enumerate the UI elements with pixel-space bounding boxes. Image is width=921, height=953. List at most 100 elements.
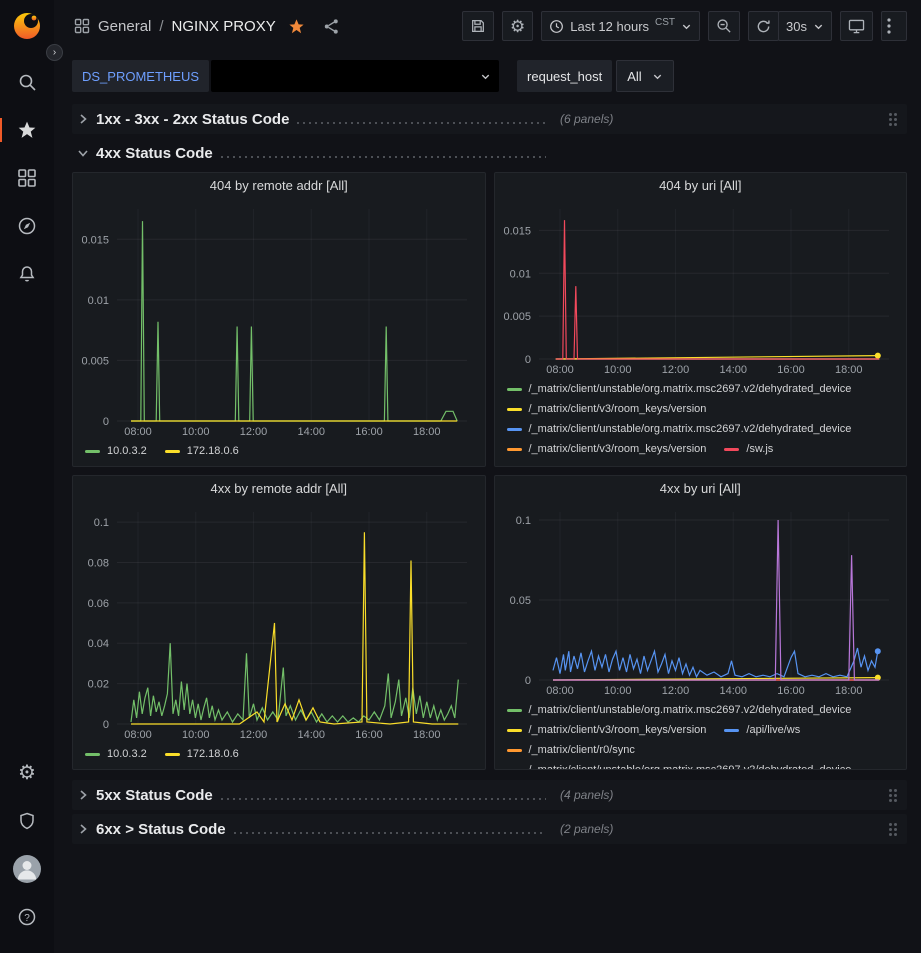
star-icon [17,120,37,140]
legend-item[interactable]: /_matrix/client/unstable/org.matrix.msc2… [507,423,852,435]
request-host-variable-select[interactable]: All [616,60,673,92]
grafana-logo[interactable] [11,10,43,42]
chevron-right-icon [76,112,90,126]
panel-4xx-by-remote-addr: 4xx by remote addr [All] 00.020.040.060.… [72,475,486,770]
legend-item[interactable]: /sw.js [724,443,773,455]
refresh-interval-picker[interactable]: 30s [778,11,832,41]
svg-text:14:00: 14:00 [297,729,325,741]
datasource-variable-label[interactable]: DS_PROMETHEUS [72,60,209,92]
kebab-icon [887,18,891,34]
row-header-5xx[interactable]: 5xx Status Code (4 panels) [72,780,907,810]
row-panel-count: (2 panels) [560,822,613,836]
panel-title[interactable]: 4xx by uri [All] [495,476,907,502]
sidebar-item-alerting[interactable] [7,254,47,294]
panel-title[interactable]: 4xx by remote addr [All] [73,476,485,502]
svg-text:0.02: 0.02 [88,679,109,691]
sidebar-item-help[interactable]: ? [7,897,47,937]
legend-label: /api/live/ws [746,724,800,736]
row-header-6xx[interactable]: 6xx > Status Code (2 panels) [72,814,907,844]
legend-swatch [507,388,522,391]
legend-label: /_matrix/client/v3/room_keys/version [529,724,707,736]
sidebar-item-dashboards[interactable] [7,158,47,198]
more-options-button[interactable] [881,11,907,41]
panel-title[interactable]: 404 by remote addr [All] [73,173,485,199]
row-drag-handle[interactable] [885,109,901,130]
sidebar-expand-button[interactable]: › [46,44,63,61]
legend-item[interactable]: 10.0.3.2 [85,445,147,457]
svg-text:16:00: 16:00 [355,426,383,438]
legend-item[interactable]: /api/live/ws [724,724,800,736]
panel-legend: 10.0.3.2 172.18.0.6 [73,742,485,769]
search-icon [17,72,37,92]
save-icon [470,18,486,34]
sidebar-item-starred[interactable] [7,110,47,150]
svg-text:16:00: 16:00 [777,364,805,376]
panel-404-by-uri: 404 by uri [All] 00.0050.010.01508:0010:… [494,172,908,467]
zoom-out-time-button[interactable] [708,11,740,41]
row-title: 1xx - 3xx - 2xx Status Code [96,111,289,128]
legend-swatch [165,450,180,453]
variables-submenu: DS_PROMETHEUS request_host All [72,60,907,92]
legend-label: /sw.js [746,443,773,455]
legend-item[interactable]: 172.18.0.6 [165,748,239,760]
sidebar-item-search[interactable] [7,62,47,102]
share-icon[interactable] [323,18,340,35]
chevron-right-icon [76,788,90,802]
navbar-actions: ⚙ Last 12 hours CST [462,11,907,41]
time-series-chart[interactable]: 00.0050.010.01508:0010:0012:0014:0016:00… [495,199,907,377]
legend-label: /_matrix/client/r0/sync [529,744,635,756]
legend-item[interactable]: 172.18.0.6 [165,445,239,457]
legend-label: /_matrix/client/unstable/org.matrix.msc2… [529,764,852,769]
row-drag-handle[interactable] [885,785,901,806]
svg-text:18:00: 18:00 [413,426,441,438]
tv-mode-button[interactable] [840,11,873,41]
row-drag-handle[interactable] [885,819,901,840]
time-range-picker[interactable]: Last 12 hours CST [541,11,700,41]
legend-item[interactable]: /_matrix/client/r0/sync [507,744,635,756]
sidebar-item-configuration[interactable]: ⚙ [7,753,47,793]
breadcrumb-section[interactable]: General [98,18,151,35]
save-dashboard-button[interactable] [462,11,494,41]
breadcrumb-separator: / [159,18,163,35]
svg-text:0: 0 [524,675,530,687]
time-series-chart[interactable]: 00.020.040.060.080.108:0010:0012:0014:00… [73,502,485,742]
dashboard-content: DS_PROMETHEUS request_host All [54,52,921,953]
legend-item[interactable]: /_matrix/client/unstable/org.matrix.msc2… [507,764,852,769]
legend-item[interactable]: /_matrix/client/v3/room_keys/version [507,443,707,455]
sidebar-item-profile[interactable] [7,849,47,889]
legend-item[interactable]: 10.0.3.2 [85,748,147,760]
panel-title[interactable]: 404 by uri [All] [495,173,907,199]
time-range-label: Last 12 hours [570,19,649,34]
legend-item[interactable]: /_matrix/client/v3/room_keys/version [507,724,707,736]
compass-icon [17,216,37,236]
legend-row: /_matrix/client/unstable/org.matrix.msc2… [507,700,899,720]
legend-item[interactable]: /_matrix/client/v3/room_keys/version [507,403,707,415]
avatar [13,855,41,883]
legend-swatch [165,753,180,756]
sidebar-item-server-admin[interactable] [7,801,47,841]
dashboard-settings-button[interactable]: ⚙ [502,11,533,41]
svg-text:12:00: 12:00 [661,685,689,697]
dotted-leader [221,156,546,158]
panel-legend: /_matrix/client/unstable/org.matrix.msc2… [495,698,907,769]
svg-text:08:00: 08:00 [546,364,574,376]
svg-text:10:00: 10:00 [603,364,631,376]
legend-item[interactable]: /_matrix/client/unstable/org.matrix.msc2… [507,383,852,395]
row-header-1xx-3xx-2xx[interactable]: 1xx - 3xx - 2xx Status Code (6 panels) [72,104,907,134]
row-header-4xx[interactable]: 4xx Status Code [72,138,907,168]
row-panel-count: (6 panels) [560,112,613,126]
refresh-button[interactable] [748,11,779,41]
request-host-variable-label[interactable]: request_host [517,60,612,92]
svg-text:16:00: 16:00 [355,729,383,741]
legend-item[interactable]: /_matrix/client/unstable/org.matrix.msc2… [507,704,852,716]
time-series-chart[interactable]: 00.050.108:0010:0012:0014:0016:0018:00 [495,502,907,698]
time-series-chart[interactable]: 00.0050.010.01508:0010:0012:0014:0016:00… [73,199,485,439]
svg-text:0.005: 0.005 [81,355,109,367]
sidebar-bottom-group: ⚙ ? [7,749,47,941]
svg-text:0: 0 [103,719,109,731]
favorite-star-icon[interactable] [288,18,305,35]
refresh-icon [756,19,771,34]
chevron-down-icon [480,71,491,82]
sidebar-item-explore[interactable] [7,206,47,246]
datasource-variable-select[interactable] [211,60,499,92]
